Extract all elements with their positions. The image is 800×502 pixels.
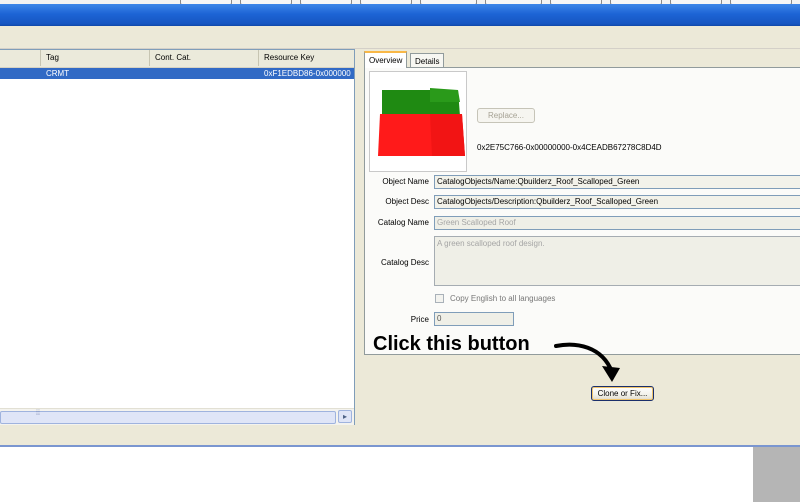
object-name-field[interactable]: CatalogObjects/Name:Qbuilderz_Roof_Scall… [434, 175, 800, 189]
price-field[interactable]: 0 [434, 312, 514, 326]
catalog-name-label: Catalog Name [377, 218, 429, 227]
catalog-desc-label: Catalog Desc [380, 258, 429, 267]
list-header: Tag Cont. Cat. Resource Key [0, 50, 354, 68]
resource-key-text: 0x2E75C766-0x00000000-0x4CEADB67278C8D4D [477, 143, 662, 152]
menu-bar [0, 26, 800, 49]
scroll-right-button[interactable]: ▸ [338, 410, 352, 423]
instruction-annotation: Click this button [373, 333, 530, 355]
copy-english-label: Copy English to all languages [450, 294, 556, 303]
resource-list[interactable]: Tag Cont. Cat. Resource Key CRMT 0xF1EDB… [0, 49, 355, 425]
list-cell-resource-key: 0xF1EDBD86-0x000000 [264, 69, 351, 78]
price-label: Price [410, 315, 429, 324]
copy-english-checkbox[interactable] [435, 294, 444, 303]
object-name-label: Object Name [382, 177, 429, 186]
column-header[interactable] [0, 50, 41, 66]
list-item[interactable]: CRMT 0xF1EDBD86-0x000000 [0, 68, 354, 79]
clone-or-fix-button[interactable]: Clone or Fix... [591, 386, 654, 401]
replace-button[interactable]: Replace... [477, 108, 535, 123]
catalog-name-field[interactable]: Green Scalloped Roof [434, 216, 800, 230]
chevron-right-icon: ▸ [342, 412, 347, 421]
list-cell-tag: CRMT [46, 69, 70, 78]
curved-arrow-icon [554, 342, 620, 382]
tab-details[interactable]: Details [410, 53, 445, 68]
list-cell [0, 68, 41, 79]
grip-icon: ⁞⁞ [36, 410, 40, 417]
overview-page: Replace... 0x2E75C766-0x00000000-0x4CEAD… [364, 67, 800, 355]
catalog-desc-textarea[interactable]: A green scalloped roof design. [434, 236, 800, 286]
object-thumbnail [369, 71, 467, 172]
bottom-side-panel [753, 445, 800, 502]
column-header-cont-cat[interactable]: Cont. Cat. [150, 50, 259, 66]
list-cell-cont-cat [150, 68, 259, 79]
window-title-bar [0, 4, 800, 26]
roof-preview-image [378, 88, 465, 156]
column-header-tag[interactable]: Tag [41, 50, 150, 66]
object-desc-field[interactable]: CatalogObjects/Description:Qbuilderz_Roo… [434, 195, 800, 209]
column-header-resource-key[interactable]: Resource Key [259, 50, 354, 66]
object-desc-label: Object Desc [385, 197, 429, 206]
tab-overview[interactable]: Overview [364, 51, 408, 68]
bottom-panel [0, 445, 753, 502]
horizontal-scrollbar[interactable]: ⁞⁞ ▸ [0, 408, 354, 425]
scrollbar-thumb[interactable] [0, 411, 336, 424]
